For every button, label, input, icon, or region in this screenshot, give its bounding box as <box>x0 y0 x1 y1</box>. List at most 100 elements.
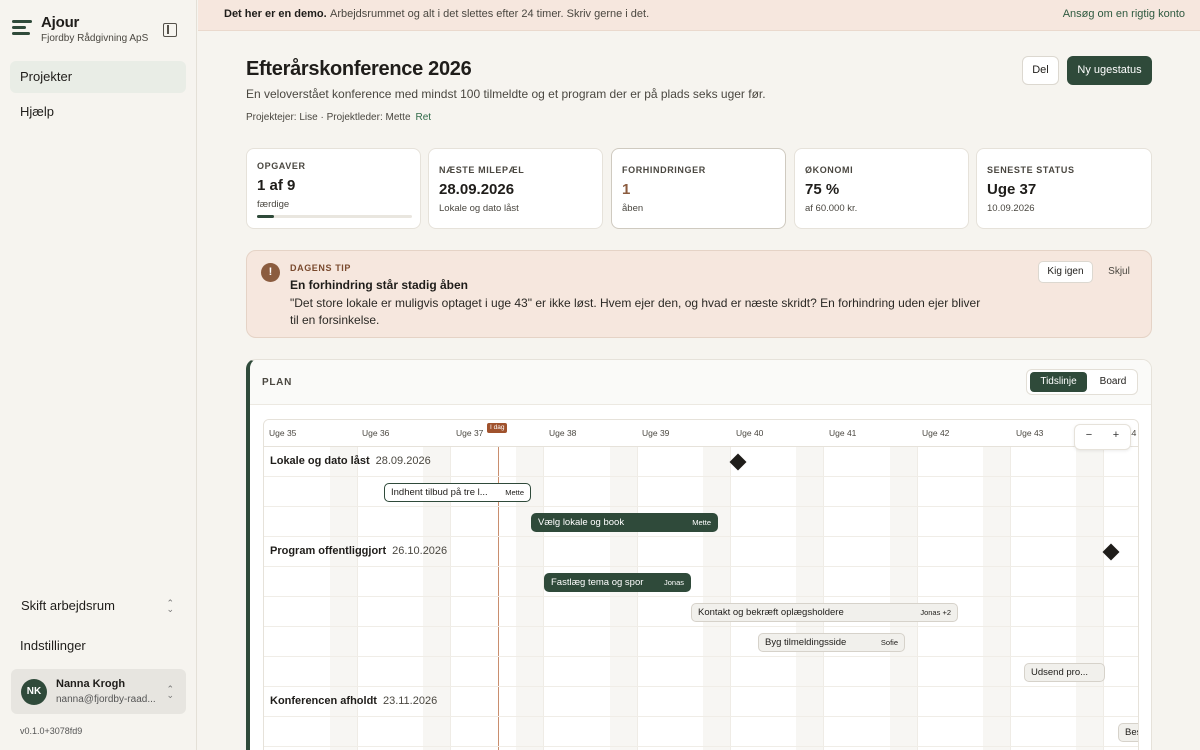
timeline-header: Uge 35 Uge 36 Uge 37 I dag Uge 38 Uge 39… <box>264 420 1138 447</box>
milestone-row[interactable]: Konferencen afholdt 23.11.2026 <box>264 687 1138 717</box>
look-again-button[interactable]: Kig igen <box>1038 261 1093 283</box>
task-bar[interactable]: Bes... <box>1118 723 1138 742</box>
week-label: Uge 37 <box>456 428 484 438</box>
plan-label: PLAN <box>262 377 293 388</box>
milestone-row[interactable]: Program offentliggjort 26.10.2026 <box>264 537 1138 567</box>
daily-tip: ! DAGENS TIP En forhindring står stadig … <box>246 250 1152 338</box>
stat-sub: åben <box>622 203 644 214</box>
stat-card-tasks[interactable]: OPGAVER 1 af 9 færdige <box>246 148 421 229</box>
stat-sub: færdige <box>257 199 290 210</box>
user-name: Nanna Krogh <box>56 678 126 690</box>
task-name: Vælg lokale og book <box>538 517 625 528</box>
new-status-button[interactable]: Ny ugestatus <box>1067 56 1152 85</box>
user-email: nanna@fjordby-raad... <box>56 694 156 705</box>
edit-link[interactable]: Ret <box>416 112 432 123</box>
task-owner: Sofie <box>880 638 898 647</box>
task-owner: Jonas <box>663 578 684 587</box>
task-owner: Jonas +2 <box>920 608 951 617</box>
task-bar[interactable]: Fastlæg tema og spor Jonas <box>544 573 691 592</box>
task-bar[interactable]: Vælg lokale og book Mette <box>531 513 718 532</box>
milestone-name: Lokale og dato låst <box>270 455 370 467</box>
brand[interactable]: Ajour Fjordby Rådgivning ApS <box>12 14 148 44</box>
task-bar[interactable]: Udsend pro... <box>1024 663 1105 682</box>
milestone-label: Konferencen afholdt 23.11.2026 <box>270 695 437 707</box>
task-name: Bes... <box>1125 727 1138 738</box>
apply-account-link[interactable]: Ansøg om en rigtig konto <box>1063 8 1185 20</box>
tip-title: En forhindring står stadig åben <box>290 278 469 292</box>
avatar: NK <box>21 679 47 705</box>
tab-board[interactable]: Board <box>1089 372 1137 392</box>
stat-label: OPGAVER <box>257 161 306 171</box>
today-badge: I dag <box>487 423 508 433</box>
stat-label: NÆSTE MILEPÆL <box>439 165 525 175</box>
stat-label: ØKONOMI <box>805 165 854 175</box>
hide-button[interactable]: Skjul <box>1099 261 1139 283</box>
stat-value: 75 % <box>805 181 840 198</box>
milestone-row[interactable]: Lokale og dato låst 28.09.2026 <box>264 447 1138 477</box>
week-label: Uge 36 <box>362 428 390 438</box>
sidebar: Ajour Fjordby Rådgivning ApS Projekter H… <box>0 0 197 750</box>
task-row: Bes... <box>264 717 1138 747</box>
task-row: Vælg lokale og book Mette <box>264 507 1138 537</box>
updown-chevron-icon: ⌃ ⌄ <box>166 598 174 614</box>
milestone-label: Lokale og dato låst 28.09.2026 <box>270 455 431 467</box>
task-bar[interactable]: Indhent tilbud på tre l... Mette <box>384 483 531 502</box>
milestone-date: 28.09.2026 <box>375 455 431 467</box>
milestone-name: Program offentliggjort <box>270 545 387 557</box>
zoom-in-button[interactable]: + <box>1109 429 1123 441</box>
stat-sub: Lokale og dato låst <box>439 203 519 214</box>
stat-value: 28.09.2026 <box>439 181 515 198</box>
week-label: Uge 40 <box>736 428 764 438</box>
milestone-date: 23.11.2026 <box>382 695 438 707</box>
stat-card-milestone[interactable]: NÆSTE MILEPÆL 28.09.2026 Lokale og dato … <box>428 148 603 229</box>
task-bar[interactable]: Kontakt og bekræft oplægsholdere Jonas +2 <box>691 603 958 622</box>
task-row: Byg tilmeldingsside Sofie <box>264 627 1138 657</box>
stat-card-blockers[interactable]: FORHINDRINGER 1 åben <box>611 148 786 229</box>
stat-value: 1 af 9 <box>257 177 296 194</box>
task-row: Udsend pro... <box>264 657 1138 687</box>
stat-label: SENESTE STATUS <box>987 165 1075 175</box>
nav-item-settings[interactable]: Indstillinger <box>20 638 86 653</box>
zoom-out-button[interactable]: − <box>1082 429 1096 441</box>
nav-item-hjaelp[interactable]: Hjælp <box>10 96 186 128</box>
user-menu[interactable]: NK Nanna Krogh nanna@fjordby-raad... ⌃ ⌄ <box>11 669 186 714</box>
milestone-diamond-icon[interactable] <box>1102 543 1120 561</box>
stat-card-economy[interactable]: ØKONOMI 75 % af 60.000 kr. <box>794 148 969 229</box>
task-bar[interactable]: Byg tilmeldingsside Sofie <box>758 633 905 652</box>
milestone-diamond-icon[interactable] <box>729 453 747 471</box>
zoom-controls: − + <box>1074 424 1131 450</box>
task-row: Fastlæg tema og spor Jonas <box>264 567 1138 597</box>
task-name: Kontakt og bekræft oplægsholdere <box>698 607 844 618</box>
stat-sub: 10.09.2026 <box>987 203 1035 214</box>
week-label: Uge 39 <box>642 428 670 438</box>
workspace-switch-label: Skift arbejdsrum <box>21 598 115 613</box>
task-owner: Mette <box>692 518 711 527</box>
stat-sub: af 60.000 kr. <box>805 203 858 214</box>
plan-header: PLAN Tidslinje Board <box>250 360 1151 405</box>
version: v0.1.0+3078fd9 <box>20 726 83 736</box>
nav-item-projekter[interactable]: Projekter <box>10 61 186 93</box>
sidebar-collapse-icon[interactable] <box>163 23 177 37</box>
tip-label: DAGENS TIP <box>290 263 352 273</box>
week-label: Uge 41 <box>829 428 857 438</box>
week-label: Uge 43 <box>1016 428 1044 438</box>
alert-icon: ! <box>261 263 280 282</box>
project-owners: Projektejer: Lise · Projektleder: Mette <box>246 112 411 123</box>
share-button[interactable]: Del <box>1022 56 1059 85</box>
week-label: Uge 35 <box>269 428 297 438</box>
task-owner: Mette <box>505 488 524 497</box>
banner-title: Det her er en demo. <box>224 8 327 20</box>
tab-timeline[interactable]: Tidslinje <box>1030 372 1087 392</box>
week-label: Uge 42 <box>922 428 950 438</box>
stat-label: FORHINDRINGER <box>622 165 706 175</box>
gantt-chart: Uge 35 Uge 36 Uge 37 I dag Uge 38 Uge 39… <box>263 419 1139 750</box>
progress-bar <box>257 215 412 218</box>
workspace-switch[interactable]: Skift arbejdsrum ⌃ ⌄ <box>10 592 186 620</box>
stat-card-latest-status[interactable]: SENESTE STATUS Uge 37 10.09.2026 <box>976 148 1152 229</box>
project-description: En veloverstået konference med mindst 10… <box>246 87 766 101</box>
project-meta: Projektejer: Lise · Projektleder: Mette R… <box>246 112 431 123</box>
task-name: Fastlæg tema og spor <box>551 577 644 588</box>
brand-name: Ajour <box>41 14 80 31</box>
milestone-label: Program offentliggjort 26.10.2026 <box>270 545 447 557</box>
page-title: Efterårskonference 2026 <box>246 58 472 80</box>
